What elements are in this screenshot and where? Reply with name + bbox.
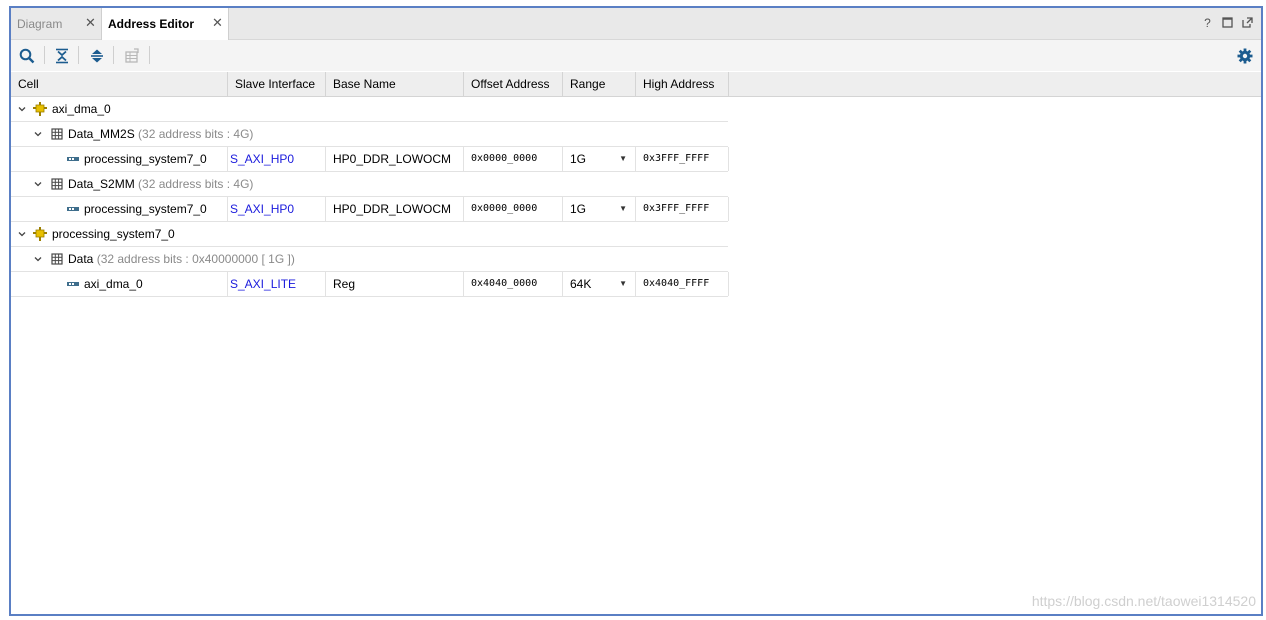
chevron-down-icon[interactable]: ▼ bbox=[619, 197, 627, 221]
address-space-icon bbox=[51, 253, 63, 265]
toolbar bbox=[11, 40, 1261, 71]
toolbar-separator bbox=[44, 46, 45, 64]
column-header-base-name[interactable]: Base Name bbox=[326, 72, 464, 96]
chevron-down-icon[interactable] bbox=[17, 229, 27, 239]
cell-icon bbox=[33, 227, 47, 241]
toolbar-separator bbox=[78, 46, 79, 64]
slave-interface-link[interactable]: S_AXI_HP0 bbox=[228, 147, 326, 171]
collapse-all-icon[interactable] bbox=[52, 46, 72, 66]
address-space-name: Data_MM2S bbox=[68, 127, 135, 141]
table-header: Cell Slave Interface Base Name Offset Ad… bbox=[11, 72, 1261, 97]
chevron-down-icon[interactable]: ▼ bbox=[619, 272, 627, 296]
address-space-detail: (32 address bits : 4G) bbox=[138, 177, 254, 191]
table-row[interactable]: Data (32 address bits : 0x40000000 [ 1G … bbox=[11, 247, 728, 272]
table-row[interactable]: Data_MM2S (32 address bits : 4G) bbox=[11, 122, 728, 147]
window-controls: ? bbox=[1202, 17, 1253, 30]
address-space-icon bbox=[51, 128, 63, 140]
range-select[interactable]: 1G ▼ bbox=[563, 147, 636, 171]
range-select[interactable]: 64K ▼ bbox=[563, 272, 636, 296]
table-row[interactable]: axi_dma_0 S_AXI_LITE Reg 0x4040_0000 64K… bbox=[11, 272, 729, 297]
column-header-high-address[interactable]: High Address bbox=[636, 72, 729, 96]
auto-assign-icon bbox=[122, 46, 142, 66]
segment-icon bbox=[67, 207, 79, 211]
tab-label: Address Editor bbox=[108, 17, 195, 31]
segment-icon bbox=[67, 157, 79, 161]
slave-interface-link[interactable]: S_AXI_HP0 bbox=[228, 197, 326, 221]
address-editor-window: Diagram ✕ Address Editor ✕ ? Cell Slave … bbox=[9, 6, 1263, 616]
address-space-name: Data_S2MM bbox=[68, 177, 135, 191]
range-select[interactable]: 1G ▼ bbox=[563, 197, 636, 221]
range-value: 1G bbox=[570, 152, 587, 166]
table-row[interactable]: processing_system7_0 S_AXI_HP0 HP0_DDR_L… bbox=[11, 197, 729, 222]
offset-address[interactable]: 0x0000_0000 bbox=[464, 147, 563, 171]
tab-label: Diagram bbox=[17, 16, 63, 31]
table-row[interactable]: processing_system7_0 S_AXI_HP0 HP0_DDR_L… bbox=[11, 147, 729, 172]
table-row[interactable]: processing_system7_0 bbox=[11, 222, 728, 247]
chevron-down-icon[interactable] bbox=[33, 254, 43, 264]
range-value: 1G bbox=[570, 202, 587, 216]
offset-address[interactable]: 0x4040_0000 bbox=[464, 272, 563, 296]
base-name: Reg bbox=[326, 272, 464, 296]
chevron-down-icon[interactable] bbox=[33, 179, 43, 189]
slave-interface-link[interactable]: S_AXI_LITE bbox=[228, 272, 326, 296]
chevron-down-icon[interactable] bbox=[33, 129, 43, 139]
gear-icon[interactable] bbox=[1235, 46, 1255, 66]
tab-diagram[interactable]: Diagram ✕ bbox=[11, 8, 101, 39]
chevron-down-icon[interactable] bbox=[17, 104, 27, 114]
expand-all-icon[interactable] bbox=[87, 46, 107, 66]
tab-address-editor[interactable]: Address Editor ✕ bbox=[101, 8, 229, 40]
column-header-cell[interactable]: Cell bbox=[11, 72, 228, 96]
toolbar-separator bbox=[113, 46, 114, 64]
column-header-slave-interface[interactable]: Slave Interface bbox=[228, 72, 326, 96]
segment-name: processing_system7_0 bbox=[84, 197, 228, 221]
base-name: HP0_DDR_LOWOCM bbox=[326, 147, 464, 171]
table-row[interactable]: Data_S2MM (32 address bits : 4G) bbox=[11, 172, 728, 197]
address-space-detail: (32 address bits : 4G) bbox=[138, 127, 254, 141]
segment-name: processing_system7_0 bbox=[84, 147, 228, 171]
help-icon[interactable]: ? bbox=[1202, 17, 1213, 30]
cell-icon bbox=[33, 102, 47, 116]
segment-icon bbox=[67, 282, 79, 286]
float-icon[interactable] bbox=[1242, 17, 1253, 30]
column-header-offset-address[interactable]: Offset Address bbox=[464, 72, 563, 96]
high-address: 0x3FFF_FFFF bbox=[636, 147, 729, 171]
address-space-icon bbox=[51, 178, 63, 190]
column-header-range[interactable]: Range bbox=[563, 72, 636, 96]
tab-bar: Diagram ✕ Address Editor ✕ ? bbox=[11, 8, 1261, 40]
watermark: https://blog.csdn.net/taowei1314520 bbox=[1031, 593, 1256, 609]
high-address: 0x3FFF_FFFF bbox=[636, 197, 729, 221]
close-icon[interactable]: ✕ bbox=[212, 15, 223, 31]
base-name: HP0_DDR_LOWOCM bbox=[326, 197, 464, 221]
address-table: axi_dma_0 Data_MM2S (32 address bits : 4… bbox=[11, 97, 729, 297]
address-space-name: Data bbox=[68, 252, 94, 266]
high-address: 0x4040_FFFF bbox=[636, 272, 729, 296]
close-icon[interactable]: ✕ bbox=[85, 15, 96, 31]
search-icon[interactable] bbox=[17, 46, 37, 66]
offset-address[interactable]: 0x0000_0000 bbox=[464, 197, 563, 221]
segment-name: axi_dma_0 bbox=[84, 272, 228, 296]
maximize-icon[interactable] bbox=[1222, 17, 1233, 30]
cell-name: axi_dma_0 bbox=[52, 102, 111, 116]
cell-name: processing_system7_0 bbox=[52, 227, 175, 241]
address-space-detail: (32 address bits : 0x40000000 [ 1G ]) bbox=[96, 252, 295, 266]
range-value: 64K bbox=[570, 277, 592, 291]
table-row[interactable]: axi_dma_0 bbox=[11, 97, 728, 122]
chevron-down-icon[interactable]: ▼ bbox=[619, 147, 627, 171]
toolbar-separator bbox=[149, 46, 150, 64]
